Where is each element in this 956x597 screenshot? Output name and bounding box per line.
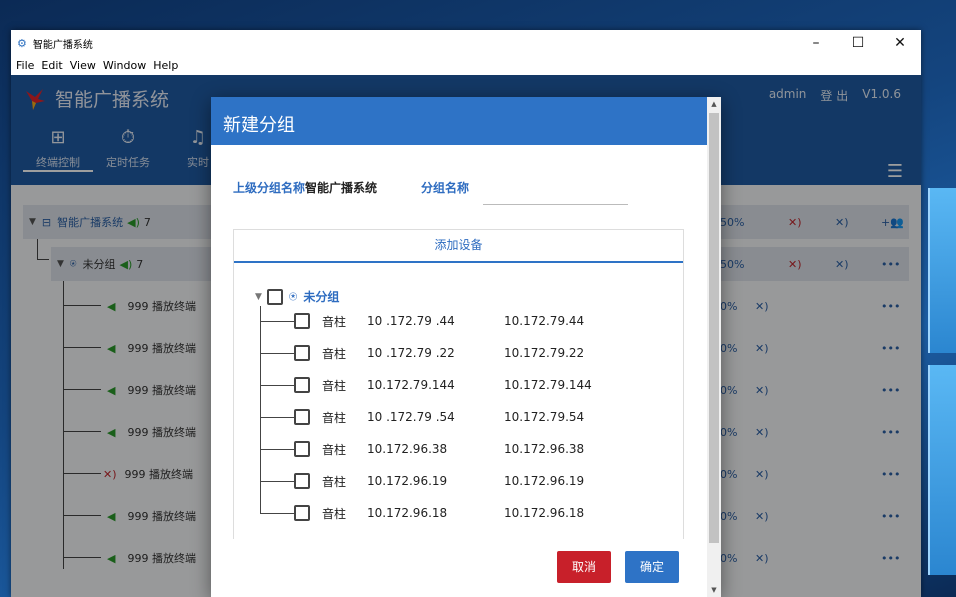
device-ip: 10.172.79.22 xyxy=(504,346,585,360)
tree-line xyxy=(260,417,294,418)
collapse-arrow-icon[interactable]: ▼ xyxy=(255,292,262,302)
tree-line xyxy=(260,385,294,386)
tree-line xyxy=(260,449,294,450)
device-row[interactable]: 音柱 10 .172.79 .22 10.172.79.22 xyxy=(294,343,584,363)
tree-line xyxy=(260,321,294,322)
device-checkbox[interactable] xyxy=(294,409,310,425)
cancel-button[interactable]: 取消 xyxy=(557,551,611,583)
device-checkbox[interactable] xyxy=(294,345,310,361)
device-checkbox[interactable] xyxy=(294,441,310,457)
device-row[interactable]: 音柱 10.172.96.19 10.172.96.19 xyxy=(294,471,584,491)
device-type: 音柱 xyxy=(322,378,347,393)
device-type: 音柱 xyxy=(322,506,347,521)
device-checkbox[interactable] xyxy=(294,473,310,489)
group-fields: 上级分组名称 智能广播系统 分组名称 xyxy=(233,175,629,205)
close-button[interactable]: ✕ xyxy=(879,30,921,56)
parent-group-label: 上级分组名称 xyxy=(233,180,306,195)
device-type: 音柱 xyxy=(322,346,347,361)
group-icon: ⍟ xyxy=(288,288,298,305)
device-row[interactable]: 音柱 10 .172.79 .44 10.172.79.44 xyxy=(294,311,584,331)
menu-edit[interactable]: Edit xyxy=(41,59,62,72)
minimize-button[interactable]: – xyxy=(795,30,837,56)
menu-bar: File Edit View Window Help xyxy=(11,56,921,75)
menu-file[interactable]: File xyxy=(16,59,34,72)
device-ip: 10.172.79.44 xyxy=(504,314,585,328)
menu-window[interactable]: Window xyxy=(103,59,146,72)
menu-help[interactable]: Help xyxy=(153,59,178,72)
device-type: 音柱 xyxy=(322,474,347,489)
device-ip-display: 10 .172.79 .44 xyxy=(367,314,455,328)
group-name-input[interactable] xyxy=(483,181,629,205)
device-type: 音柱 xyxy=(322,314,347,329)
device-ip: 10.172.96.19 xyxy=(504,474,585,488)
device-ip: 10.172.96.38 xyxy=(504,442,585,456)
tab-add-device[interactable]: 添加设备 xyxy=(234,230,683,263)
scroll-down-icon[interactable]: ▼ xyxy=(707,583,721,597)
scroll-thumb[interactable] xyxy=(709,113,719,543)
dialog-title: 新建分组 xyxy=(211,97,721,145)
device-row[interactable]: 音柱 10.172.79.144 10.172.79.144 xyxy=(294,375,592,395)
app-icon: ⚙ xyxy=(17,36,27,50)
tree-line xyxy=(260,481,294,482)
device-row[interactable]: 音柱 10.172.96.38 10.172.96.38 xyxy=(294,439,584,459)
device-checkbox[interactable] xyxy=(294,505,310,521)
device-ip-display: 10 .172.79 .54 xyxy=(367,410,455,424)
dialog-scrollbar[interactable]: ▲ ▼ xyxy=(707,97,721,597)
parent-group-value: 智能广播系统 xyxy=(305,180,378,195)
title-bar: ⚙ 智能广播系统 – ☐ ✕ xyxy=(11,30,921,56)
device-row[interactable]: 音柱 10 .172.79 .54 10.172.79.54 xyxy=(294,407,584,427)
tree-line xyxy=(260,513,294,514)
device-group-node: ▼ ⍟ 未分组 xyxy=(255,288,339,305)
tree-line xyxy=(260,353,294,354)
group-name-label: 分组名称 xyxy=(421,180,470,195)
device-ip: 10.172.79.144 xyxy=(504,378,592,392)
device-ip-display: 10.172.96.38 xyxy=(367,442,448,456)
device-ip-display: 10.172.96.19 xyxy=(367,474,448,488)
device-ip: 10.172.96.18 xyxy=(504,506,585,520)
window-title: 智能广播系统 xyxy=(32,39,93,51)
device-checkbox[interactable] xyxy=(294,313,310,329)
device-ip: 10.172.79.54 xyxy=(504,410,585,424)
group-checkbox[interactable] xyxy=(266,288,283,305)
desktop-window-tile xyxy=(928,365,956,575)
device-checkbox[interactable] xyxy=(294,377,310,393)
maximize-button[interactable]: ☐ xyxy=(837,30,879,56)
menu-view[interactable]: View xyxy=(70,59,96,72)
device-row[interactable]: 音柱 10.172.96.18 10.172.96.18 xyxy=(294,503,584,523)
device-group-name: 未分组 xyxy=(303,290,340,304)
confirm-button[interactable]: 确定 xyxy=(625,551,679,583)
tree-line xyxy=(260,306,261,514)
device-type: 音柱 xyxy=(322,410,347,425)
add-device-panel: 添加设备 ▼ ⍟ 未分组 音柱 10 .172.79 .44 10.172.79.4… xyxy=(233,229,684,539)
device-ip-display: 10.172.79.144 xyxy=(367,378,455,392)
device-ip-display: 10.172.96.18 xyxy=(367,506,448,520)
scroll-up-icon[interactable]: ▲ xyxy=(707,97,721,111)
device-type: 音柱 xyxy=(322,442,347,457)
new-group-dialog: 新建分组 ▲ ▼ 上级分组名称 智能广播系统 分组名称 添加设备 ▼ ⍟ 未分组… xyxy=(211,97,721,597)
device-ip-display: 10 .172.79 .22 xyxy=(367,346,455,360)
desktop-window-tile xyxy=(928,188,956,353)
